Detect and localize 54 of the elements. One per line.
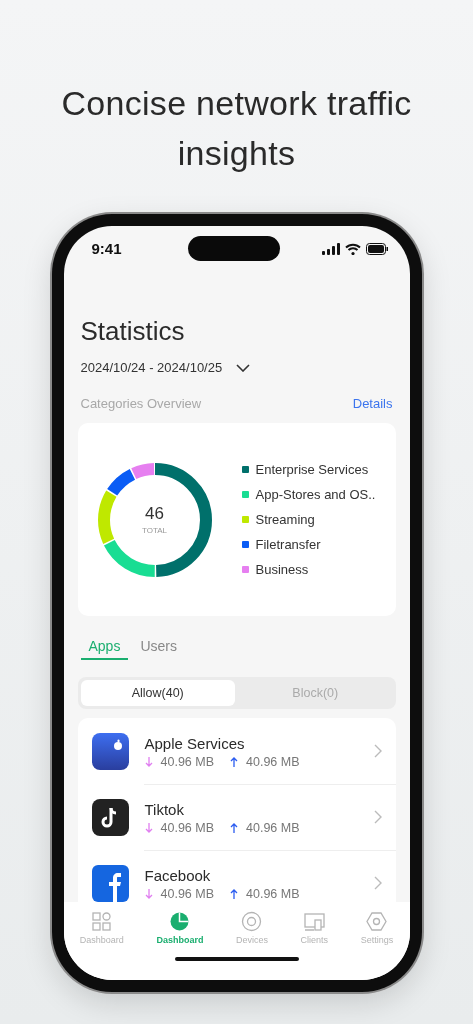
chevron-right-icon <box>373 744 382 758</box>
app-row[interactable]: Apple Services 40.96 MB 40.96 MB <box>77 718 396 784</box>
download-amount: 40.96 MB <box>160 820 214 835</box>
upload-amount: 40.96 MB <box>246 820 300 835</box>
nav-item[interactable]: Dashboard <box>79 911 124 945</box>
upload-arrow-icon <box>230 756 238 767</box>
total-count: 46 <box>145 504 164 524</box>
signal-icon <box>321 242 340 255</box>
segment-button[interactable]: Block(0) <box>238 680 393 706</box>
target-icon <box>241 911 263 932</box>
download-arrow-icon <box>144 756 153 767</box>
monitor-icon <box>303 911 325 932</box>
app-row[interactable]: Tiktok 40.96 MB 40.96 MB <box>77 784 396 850</box>
section-title: Categories Overview <box>80 395 202 413</box>
chevron-down-icon <box>236 364 251 372</box>
app-name: Facebook <box>144 865 212 886</box>
status-time: 9:41 <box>91 240 123 257</box>
nav-item[interactable]: Devices <box>236 911 268 945</box>
download-amount: 40.96 MB <box>160 754 214 769</box>
headline: Concise network traffic insights <box>60 83 413 174</box>
battery-icon <box>365 242 388 255</box>
chevron-right-icon <box>373 810 382 824</box>
total-label: TOTAL <box>141 526 167 535</box>
upload-amount: 40.96 MB <box>246 886 300 901</box>
download-amount: 40.96 MB <box>160 886 214 901</box>
legend-label: Enterprise Services <box>255 461 369 479</box>
segment-button[interactable]: Allow(40) <box>80 680 235 706</box>
nav-item[interactable]: Clients <box>300 911 329 945</box>
upload-arrow-icon <box>230 822 238 833</box>
wifi-icon <box>344 242 361 255</box>
app-name: Apple Services <box>144 733 246 754</box>
legend-label: Business <box>255 561 309 579</box>
pie-chart-icon <box>169 911 191 932</box>
upload-arrow-icon <box>230 888 238 899</box>
upload-amount: 40.96 MB <box>246 754 300 769</box>
date-range-picker[interactable]: 2024/10/24 - 2024/10/25 <box>80 357 251 379</box>
details-link[interactable]: Details <box>352 394 393 414</box>
nav-item[interactable]: Settings <box>360 911 394 945</box>
grid-icon <box>91 911 113 932</box>
settings-icon <box>366 911 388 932</box>
chevron-right-icon <box>373 876 382 890</box>
download-arrow-icon <box>144 888 153 899</box>
screen-title: Statistics <box>80 315 186 347</box>
legend-label: Streaming <box>255 511 315 529</box>
app-name: Tiktok <box>144 799 185 820</box>
legend-label: Filetransfer <box>255 536 321 554</box>
app-icon <box>91 732 129 770</box>
nav-item[interactable]: Dashboard <box>156 911 204 945</box>
tab[interactable]: Users <box>132 634 185 660</box>
tab[interactable]: Apps <box>80 634 129 660</box>
app-row[interactable]: Facebook 40.96 MB 40.96 MB <box>77 850 396 902</box>
app-icon <box>91 798 129 836</box>
download-arrow-icon <box>144 822 153 833</box>
legend-label: App-Stores and OS.. <box>255 486 376 504</box>
